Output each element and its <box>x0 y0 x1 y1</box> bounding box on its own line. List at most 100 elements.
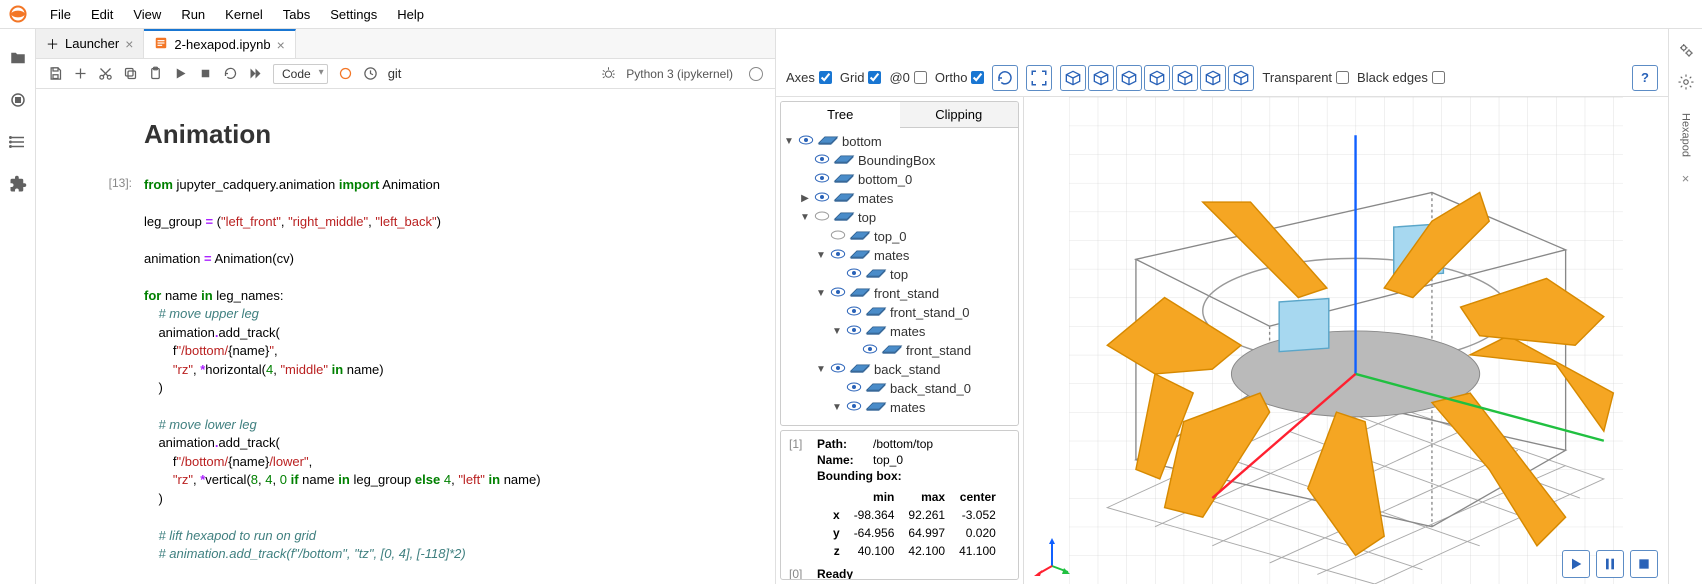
close-tab-icon[interactable]: × <box>277 37 285 53</box>
help-button[interactable]: ? <box>1632 65 1658 91</box>
expander-icon[interactable]: ▼ <box>799 212 811 223</box>
copy-icon[interactable] <box>123 66 138 81</box>
extension-icon[interactable] <box>9 175 27 193</box>
tab-2-hexapod-ipynb[interactable]: 2-hexapod.ipynb× <box>144 29 295 58</box>
view-front-button[interactable] <box>1088 65 1114 91</box>
expander-icon[interactable]: ▼ <box>783 136 795 147</box>
view-right-button[interactable] <box>1172 65 1198 91</box>
jupytext-icon[interactable] <box>338 66 353 81</box>
tree-tab[interactable]: Tree <box>781 102 900 128</box>
folder-icon[interactable] <box>9 49 27 67</box>
code-cell[interactable]: [13]: from jupyter_cadquery.animation im… <box>56 176 755 584</box>
clipping-tab[interactable]: Clipping <box>900 102 1019 128</box>
visibility-eye-icon[interactable] <box>862 343 878 358</box>
viewport[interactable] <box>1024 97 1668 584</box>
tree-node-mates[interactable]: ▶mates <box>783 189 1016 208</box>
visibility-eye-icon[interactable] <box>814 191 830 206</box>
tree-node-front_stand[interactable]: ▼front_stand <box>783 284 1016 303</box>
expander-icon[interactable]: ▼ <box>831 402 843 413</box>
menu-view[interactable]: View <box>123 3 171 26</box>
visibility-eye-icon[interactable] <box>830 248 846 263</box>
tree-node-bottom[interactable]: ▼bottom <box>783 132 1016 151</box>
cut-icon[interactable] <box>98 66 113 81</box>
visibility-eye-icon[interactable] <box>830 229 846 244</box>
stop-icon[interactable] <box>198 66 213 81</box>
code-editor[interactable]: from jupyter_cadquery.animation import A… <box>144 176 541 584</box>
play-button[interactable] <box>1562 550 1590 578</box>
menu-tabs[interactable]: Tabs <box>273 3 320 26</box>
expander-icon[interactable]: ▼ <box>815 288 827 299</box>
markdown-cell[interactable]: Animation <box>56 119 755 150</box>
tree-node-BoundingBox[interactable]: BoundingBox <box>783 151 1016 170</box>
transparent-toggle[interactable]: Transparent <box>1262 70 1349 85</box>
expander-icon[interactable]: ▼ <box>831 326 843 337</box>
menu-kernel[interactable]: Kernel <box>215 3 273 26</box>
menu-edit[interactable]: Edit <box>81 3 123 26</box>
history-icon[interactable] <box>363 66 378 81</box>
stop-button[interactable] <box>1630 550 1658 578</box>
tree-node-mates[interactable]: ▼mates <box>783 398 1016 417</box>
visibility-eye-icon[interactable] <box>846 267 862 282</box>
visibility-eye-icon[interactable] <box>830 362 846 377</box>
visibility-eye-icon[interactable] <box>814 153 830 168</box>
save-icon[interactable] <box>48 66 63 81</box>
tree-node-top[interactable]: ▼top <box>783 208 1016 227</box>
gear-icon[interactable] <box>1677 73 1695 91</box>
tree-node-front_stand[interactable]: front_stand <box>783 341 1016 360</box>
expander-icon[interactable]: ▶ <box>799 193 811 204</box>
model-tree[interactable]: ▼bottomBoundingBoxbottom_0▶mates▼toptop_… <box>781 128 1018 418</box>
menu-file[interactable]: File <box>40 3 81 26</box>
celltype-select[interactable]: Code <box>273 64 328 84</box>
toc-icon[interactable] <box>9 133 27 151</box>
tree-node-mates[interactable]: ▼mates <box>783 246 1016 265</box>
close-tab-icon[interactable]: × <box>125 36 133 52</box>
tree-node-top[interactable]: top <box>783 265 1016 284</box>
kernel-indicator[interactable] <box>749 67 763 81</box>
tree-node-top_0[interactable]: top_0 <box>783 227 1016 246</box>
ortho-toggle[interactable]: Ortho <box>935 70 985 85</box>
menu-settings[interactable]: Settings <box>320 3 387 26</box>
fit-view-button[interactable] <box>1026 65 1052 91</box>
close-icon[interactable]: × <box>1682 171 1690 186</box>
settings-gears-icon[interactable] <box>1677 41 1695 59</box>
pause-button[interactable] <box>1596 550 1624 578</box>
visibility-eye-icon[interactable] <box>830 286 846 301</box>
runall-icon[interactable] <box>248 66 263 81</box>
menu-help[interactable]: Help <box>387 3 434 26</box>
tree-node-front_stand_0[interactable]: front_stand_0 <box>783 303 1016 322</box>
tree-node-back_stand[interactable]: ▼back_stand <box>783 360 1016 379</box>
tree-node-bottom_0[interactable]: bottom_0 <box>783 170 1016 189</box>
visibility-eye-icon[interactable] <box>814 172 830 187</box>
reset-view-button[interactable] <box>992 65 1018 91</box>
view-bottom-button[interactable] <box>1228 65 1254 91</box>
blackedges-toggle[interactable]: Black edges <box>1357 70 1445 85</box>
kernel-name[interactable]: Python 3 (ipykernel) <box>626 67 733 81</box>
tree-node-back_stand_0[interactable]: back_stand_0 <box>783 379 1016 398</box>
grid-toggle[interactable]: Grid <box>840 70 882 85</box>
view-iso-button[interactable] <box>1060 65 1086 91</box>
visibility-eye-icon[interactable] <box>846 400 862 415</box>
view-back-button[interactable] <box>1116 65 1142 91</box>
menu-run[interactable]: Run <box>171 3 215 26</box>
add-cell-icon[interactable] <box>73 66 88 81</box>
tree-node-mates[interactable]: ▼mates <box>783 322 1016 341</box>
axes-toggle[interactable]: Axes <box>786 70 832 85</box>
sidebar-title[interactable]: Hexapod <box>1680 113 1692 157</box>
paste-icon[interactable] <box>148 66 163 81</box>
view-left-button[interactable] <box>1144 65 1170 91</box>
visibility-eye-icon[interactable] <box>846 324 862 339</box>
at0-toggle[interactable]: @0 <box>889 70 926 85</box>
expander-icon[interactable]: ▼ <box>815 364 827 375</box>
running-icon[interactable] <box>9 91 27 109</box>
visibility-eye-icon[interactable] <box>798 134 814 149</box>
notebook-body[interactable]: Animation [13]: from jupyter_cadquery.an… <box>36 89 775 584</box>
orientation-gizmo[interactable] <box>1032 536 1072 576</box>
visibility-eye-icon[interactable] <box>846 381 862 396</box>
tab-launcher[interactable]: ＋Launcher× <box>36 29 144 58</box>
bug-icon[interactable] <box>601 66 616 81</box>
run-icon[interactable] <box>173 66 188 81</box>
visibility-eye-icon[interactable] <box>846 305 862 320</box>
visibility-eye-icon[interactable] <box>814 210 830 225</box>
restart-icon[interactable] <box>223 66 238 81</box>
expander-icon[interactable]: ▼ <box>815 250 827 261</box>
